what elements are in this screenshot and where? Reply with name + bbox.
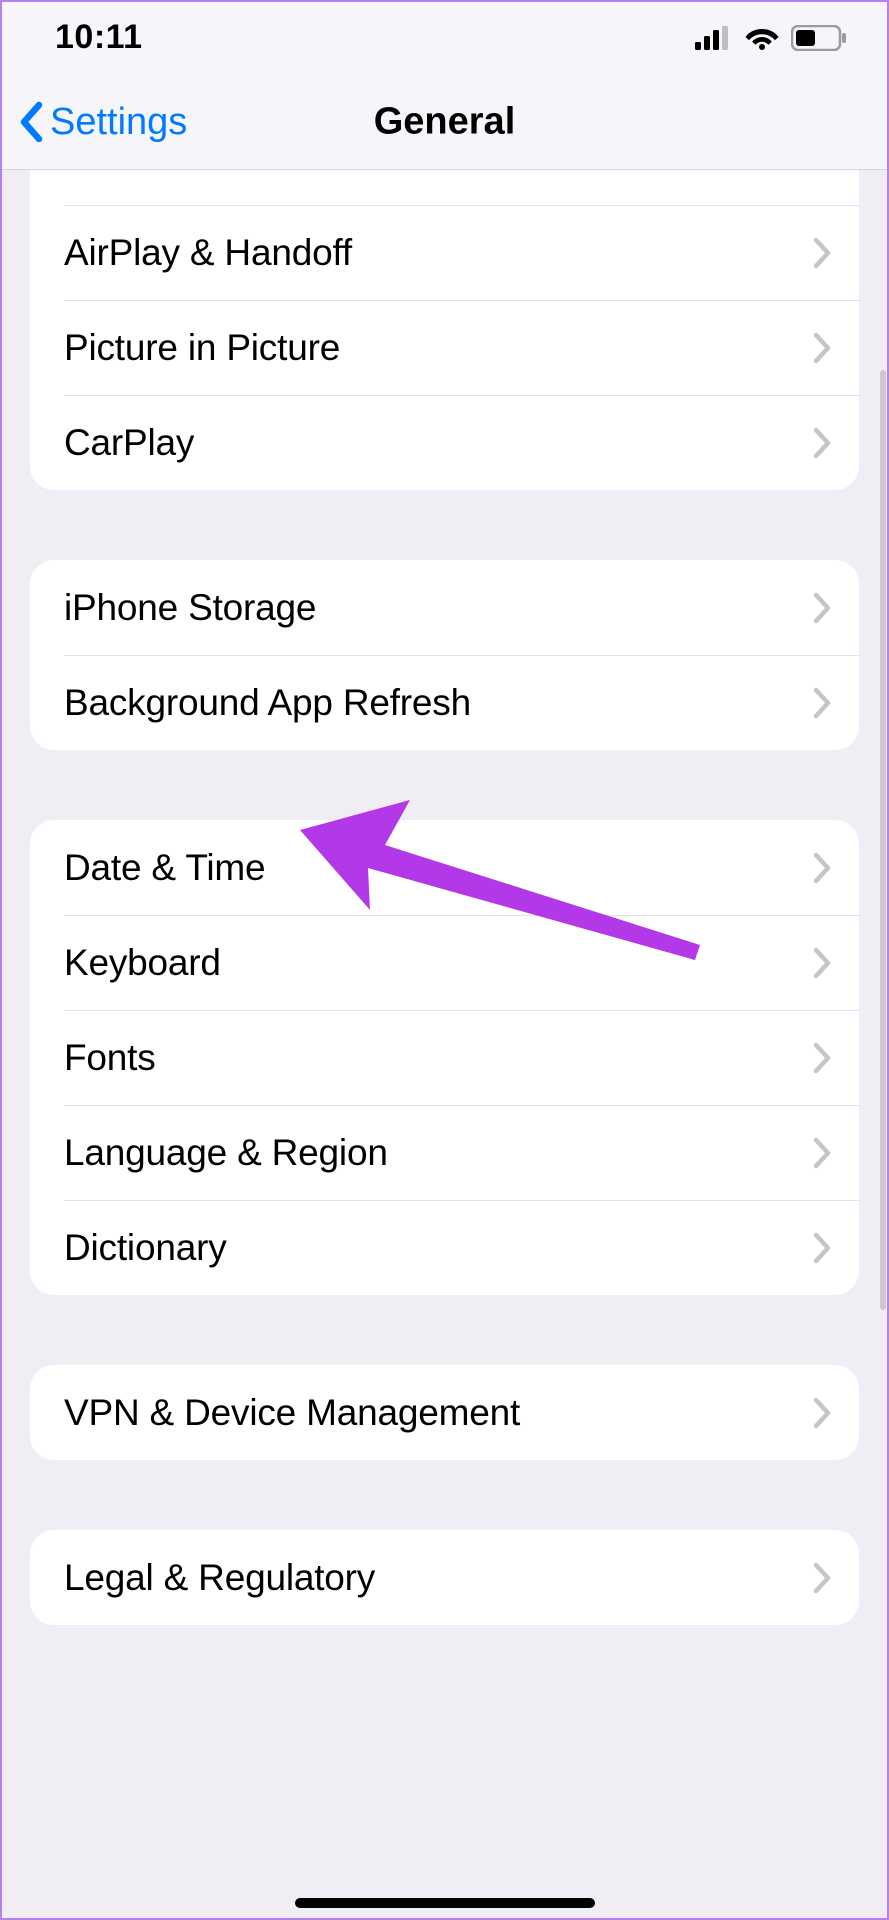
settings-group: Date & Time Keyboard Fonts Language & Re… [30,820,859,1295]
chevron-right-icon [813,1397,831,1429]
settings-row-dictionary[interactable]: Dictionary [30,1200,859,1295]
row-label: iPhone Storage [64,587,316,629]
chevron-right-icon [813,1232,831,1264]
chevron-right-icon [813,947,831,979]
settings-row-fonts[interactable]: Fonts [30,1010,859,1105]
chevron-right-icon [813,332,831,364]
settings-row-hidden[interactable]: . [30,180,859,205]
settings-row-storage[interactable]: iPhone Storage [30,560,859,655]
chevron-right-icon [813,1562,831,1594]
row-label: Legal & Regulatory [64,1557,375,1599]
status-icons [695,25,847,51]
nav-bar: Settings General [0,75,889,170]
settings-row-lang-region[interactable]: Language & Region [30,1105,859,1200]
settings-group: VPN & Device Management [30,1365,859,1460]
row-label: AirPlay & Handoff [64,232,352,274]
wifi-icon [745,26,779,50]
chevron-right-icon [813,237,831,269]
chevron-right-icon [813,1137,831,1169]
chevron-right-icon [813,592,831,624]
row-label: Fonts [64,1037,156,1079]
settings-group: iPhone Storage Background App Refresh [30,560,859,750]
back-button[interactable]: Settings [0,101,187,144]
chevron-right-icon [813,1042,831,1074]
settings-group: Legal & Regulatory [30,1530,859,1625]
settings-row-date-time[interactable]: Date & Time [30,820,859,915]
nav-title: General [374,101,516,144]
scrollbar-indicator [880,370,886,1310]
settings-row-legal[interactable]: Legal & Regulatory [30,1530,859,1625]
row-label: Background App Refresh [64,682,471,724]
settings-row-keyboard[interactable]: Keyboard [30,915,859,1010]
cellular-signal-icon [695,26,733,50]
settings-row-carplay[interactable]: CarPlay [30,395,859,490]
row-label: Dictionary [64,1227,227,1269]
row-label: Picture in Picture [64,327,340,369]
chevron-right-icon [813,852,831,884]
back-label: Settings [50,101,187,144]
chevron-right-icon [813,427,831,459]
chevron-left-icon [18,101,44,143]
settings-content: . AirPlay & Handoff Picture in Picture C… [0,170,889,1625]
row-label: Date & Time [64,847,265,889]
settings-row-bg-refresh[interactable]: Background App Refresh [30,655,859,750]
row-label: CarPlay [64,422,194,464]
row-label: VPN & Device Management [64,1392,520,1434]
row-label: Language & Region [64,1132,388,1174]
settings-row-airplay[interactable]: AirPlay & Handoff [30,205,859,300]
status-bar: 10:11 [0,0,889,75]
settings-row-pip[interactable]: Picture in Picture [30,300,859,395]
home-indicator[interactable] [295,1898,595,1908]
row-label: Keyboard [64,942,221,984]
settings-row-vpn[interactable]: VPN & Device Management [30,1365,859,1460]
status-time: 10:11 [55,18,143,57]
chevron-right-icon [813,687,831,719]
battery-icon [791,25,847,51]
settings-group: . AirPlay & Handoff Picture in Picture C… [30,170,859,490]
